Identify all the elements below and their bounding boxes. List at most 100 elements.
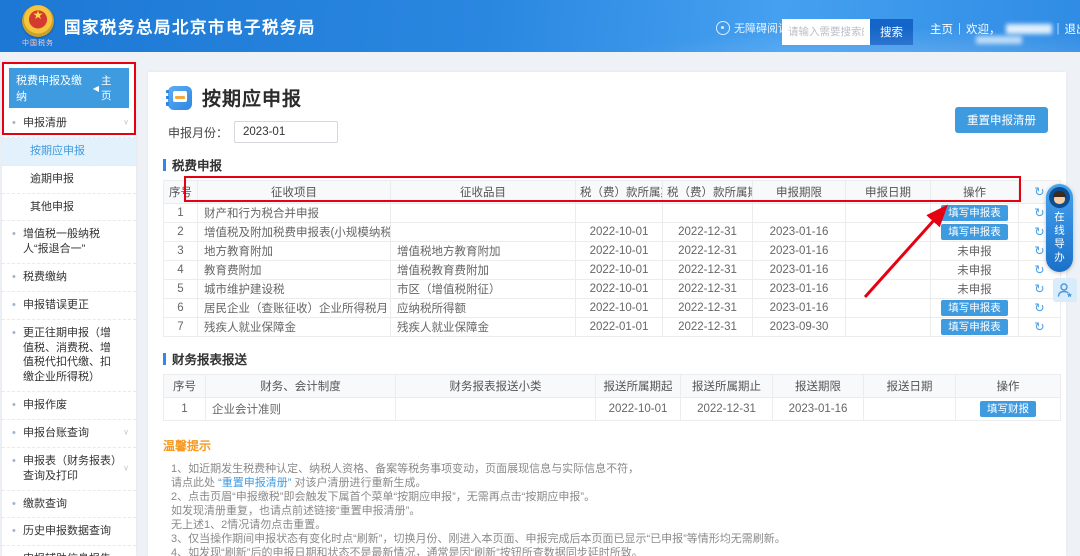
finance-table-head: 序号财务、会计制度财务报表报送小类报送所属期起报送所属期止报送期限报送日期操作 bbox=[164, 375, 1061, 398]
site-title: 国家税务总局北京市电子税务局 bbox=[64, 14, 316, 38]
sidebar-item[interactable]: 申报错误更正 bbox=[2, 292, 136, 320]
search-button[interactable]: 搜索 bbox=[870, 19, 913, 45]
table-row: 1企业会计准则2022-10-012022-12-312023-01-16填写财… bbox=[164, 398, 1061, 421]
fill-declaration-form-button[interactable]: 填写申报表 bbox=[941, 319, 1008, 335]
tip-line: 3、仅当操作期间申报状态有变化时点“刷新”，切换月份、刚进入本页面、申报完成后本… bbox=[171, 532, 1066, 546]
refresh-icon[interactable]: ↻ bbox=[1034, 302, 1044, 314]
sidebar-item-label: 增值税一般纳税人“报退合一” bbox=[23, 228, 100, 255]
reset-declaration-list-button[interactable]: 重置申报清册 bbox=[955, 107, 1048, 133]
sidebar-item-label: 申报清册 bbox=[23, 117, 67, 129]
sidebar-item-selected[interactable]: 按期应申报 bbox=[2, 138, 136, 166]
cell-levy-subitem: 市区（增值税附征） bbox=[391, 280, 576, 299]
refresh-icon[interactable]: ↻ bbox=[1034, 245, 1044, 257]
cell-levy-item: 居民企业（查账征收）企业所得税月（季）度申报 bbox=[198, 299, 391, 318]
column-header: 报送期限 bbox=[773, 375, 864, 398]
cell-deadline: 2023-01-16 bbox=[753, 223, 846, 242]
sidebar-item[interactable]: 申报清册∨ bbox=[2, 110, 136, 138]
cell-period-end: 2022-12-31 bbox=[681, 398, 773, 421]
refresh-icon[interactable]: ↻ bbox=[1034, 207, 1044, 219]
table-row: 7残疾人就业保障金残疾人就业保障金2022-01-012022-12-31202… bbox=[164, 318, 1061, 337]
sidebar: 税费申报及缴纳 ◀主页 申报清册∨按期应申报逾期申报其他申报增值税一般纳税人“报… bbox=[2, 62, 136, 556]
tax-table-body: 1财产和行为税合并申报填写申报表↻2增值税及附加税费申报表(小规模纳税人适用)2… bbox=[164, 204, 1061, 337]
cell-deadline: 2023-01-16 bbox=[753, 299, 846, 318]
sidebar-header[interactable]: 税费申报及缴纳 ◀主页 bbox=[9, 68, 129, 108]
declaration-month-input[interactable] bbox=[234, 121, 338, 143]
table-row: 5城市维护建设税市区（增值税附征）2022-10-012022-12-31202… bbox=[164, 280, 1061, 299]
logo-caption: 中国税务 bbox=[16, 38, 60, 48]
cell-period-start: 2022-01-01 bbox=[576, 318, 663, 337]
cell-no: 4 bbox=[164, 261, 198, 280]
cell-levy-subitem bbox=[391, 223, 576, 242]
cell-action: 填写申报表 bbox=[931, 299, 1019, 318]
column-header: 操作 bbox=[931, 181, 1019, 204]
sidebar-item[interactable]: 申报表（财务报表）查询及打印∨ bbox=[2, 448, 136, 491]
person-star-icon bbox=[1056, 281, 1074, 299]
sidebar-item[interactable]: 其他申报 bbox=[2, 194, 136, 222]
cell-declare-date bbox=[846, 280, 931, 299]
table-row: 4教育费附加增值税教育费附加2022-10-012022-12-312023-0… bbox=[164, 261, 1061, 280]
chevron-down-icon: ∨ bbox=[123, 463, 129, 474]
sidebar-item-label: 按期应申报 bbox=[30, 145, 85, 157]
tip-line: 4、如发现“刷新”后的申报日期和状态不是最新情况，通常是因“刷新”按钮所查数据同… bbox=[171, 546, 1066, 556]
refresh-icon[interactable]: ↻ bbox=[1034, 264, 1044, 276]
sidebar-item[interactable]: 缴款查询 bbox=[2, 491, 136, 519]
table-row: 1财产和行为税合并申报填写申报表↻ bbox=[164, 204, 1061, 223]
fill-declaration-form-button[interactable]: 填写申报表 bbox=[941, 205, 1008, 221]
cell-period-start: 2022-10-01 bbox=[576, 242, 663, 261]
online-guide-widget[interactable]: 在线导办 bbox=[1046, 184, 1073, 272]
sidebar-item[interactable]: 增值税一般纳税人“报退合一” bbox=[2, 221, 136, 264]
sidebar-item[interactable]: 逾期申报 bbox=[2, 166, 136, 194]
tip-line: 请点此处 “重置申报清册” 对该户清册进行重新生成。 bbox=[171, 476, 1066, 490]
table-row: 6居民企业（查账征收）企业所得税月（季）度申报应纳税所得额2022-10-012… bbox=[164, 299, 1061, 318]
cell-levy-item: 财产和行为税合并申报 bbox=[198, 204, 391, 223]
cell-period-start: 2022-10-01 bbox=[576, 261, 663, 280]
logout-link[interactable]: 退出 bbox=[1065, 21, 1080, 37]
back-arrow-icon: ◀ bbox=[93, 84, 99, 93]
cell-action: 填写财报 bbox=[956, 398, 1061, 421]
sidebar-item-label: 逾期申报 bbox=[30, 173, 74, 185]
cell-levy-item: 增值税及附加税费申报表(小规模纳税人适用) bbox=[198, 223, 391, 242]
fill-declaration-form-button[interactable]: 填写申报表 bbox=[941, 224, 1008, 240]
tips-title: 温馨提示 bbox=[163, 437, 1066, 454]
cell-levy-item: 教育费附加 bbox=[198, 261, 391, 280]
cell-no: 2 bbox=[164, 223, 198, 242]
contact-favorite-button[interactable] bbox=[1053, 278, 1077, 302]
sidebar-item-label: 申报台账查询 bbox=[23, 427, 89, 439]
sidebar-item[interactable]: 申报台账查询∨ bbox=[2, 420, 136, 448]
refresh-icon[interactable]: ↻ bbox=[1034, 186, 1044, 198]
cell-period-end: 2022-12-31 bbox=[663, 223, 753, 242]
fill-financial-report-button[interactable]: 填写财报 bbox=[980, 401, 1036, 417]
sidebar-home-link[interactable]: ◀主页 bbox=[93, 73, 122, 103]
accessibility-toggle[interactable]: 无障碍阅读 bbox=[716, 20, 789, 36]
tips-section: 温馨提示 1、如近期发生税费种认定、纳税人资格、备案等税务事项变动，页面展现信息… bbox=[163, 437, 1066, 556]
cell-period-start: 2022-10-01 bbox=[576, 280, 663, 299]
column-header: 报送日期 bbox=[864, 375, 956, 398]
sidebar-item[interactable]: 申报作废 bbox=[2, 392, 136, 420]
tax-section-title: 税费申报 bbox=[163, 155, 1066, 174]
sidebar-item[interactable]: 更正往期申报（增值税、消费税、增值税代扣代缴、扣缴企业所得税） bbox=[2, 320, 136, 392]
search-input[interactable] bbox=[782, 19, 870, 45]
fill-declaration-form-button[interactable]: 填写申报表 bbox=[941, 300, 1008, 316]
refresh-icon[interactable]: ↻ bbox=[1034, 283, 1044, 295]
table-row: 2增值税及附加税费申报表(小规模纳税人适用)2022-10-012022-12-… bbox=[164, 223, 1061, 242]
cell-action: 未申报 bbox=[931, 280, 1019, 299]
app-viewport: ★ 中国税务 国家税务总局北京市电子税务局 无障碍阅读 搜索 主页 | 欢迎， … bbox=[0, 0, 1080, 556]
sidebar-item-label: 缴款查询 bbox=[23, 498, 67, 510]
cell-levy-item: 残疾人就业保障金 bbox=[198, 318, 391, 337]
column-header: 序号 bbox=[164, 375, 206, 398]
sidebar-item[interactable]: 税费缴纳 bbox=[2, 264, 136, 292]
refresh-icon[interactable]: ↻ bbox=[1034, 226, 1044, 238]
table-row: 3地方教育附加增值税地方教育附加2022-10-012022-12-312023… bbox=[164, 242, 1061, 261]
home-link[interactable]: 主页 bbox=[930, 21, 953, 37]
cell-deadline bbox=[753, 204, 846, 223]
page-title: 按期应申报 bbox=[202, 84, 302, 111]
sidebar-item-label: 更正往期申报（增值税、消费税、增值税代扣代缴、扣缴企业所得税） bbox=[23, 327, 111, 384]
sidebar-header-title: 税费申报及缴纳 bbox=[16, 72, 93, 104]
refresh-icon[interactable]: ↻ bbox=[1034, 321, 1044, 333]
eye-icon bbox=[716, 21, 730, 35]
sidebar-item[interactable]: 历史申报数据查询 bbox=[2, 518, 136, 546]
tip-link[interactable]: “重置申报清册” bbox=[218, 477, 291, 489]
sidebar-item[interactable]: 申报辅助信息报告∨ bbox=[2, 546, 136, 556]
cell-period-end: 2022-12-31 bbox=[663, 318, 753, 337]
top-nav: 主页 | 欢迎， | 退出 bbox=[930, 21, 1080, 37]
